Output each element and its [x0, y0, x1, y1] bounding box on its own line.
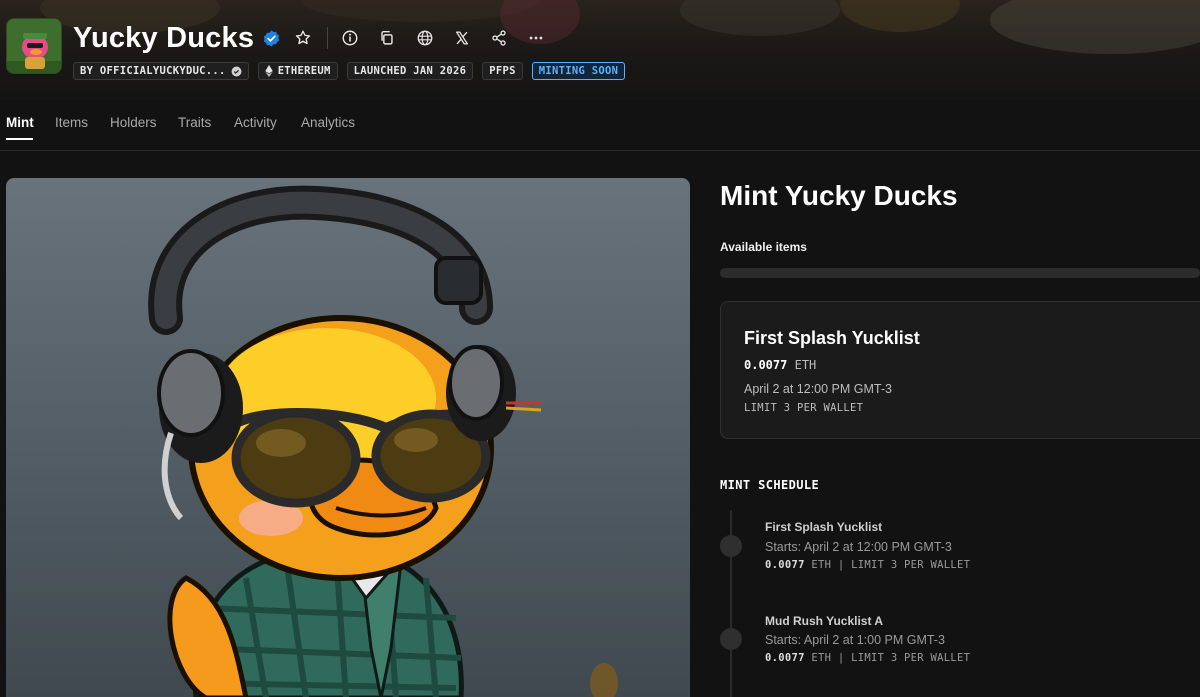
category-badge[interactable]: PFPS: [482, 62, 523, 80]
mint-schedule-title: MINT SCHEDULE: [720, 478, 820, 492]
collection-header: Yucky Ducks BY OFFICIALYUCKYDUC... ETHER…: [0, 0, 1200, 100]
duck-illustration: [148, 185, 618, 697]
title-row: Yucky Ducks: [73, 20, 546, 56]
stage-limit: LIMIT 3 PER WALLET: [744, 402, 864, 414]
schedule-item-price: 0.0077: [765, 559, 805, 571]
tab-traits[interactable]: Traits: [178, 115, 211, 130]
stage-price-currency: ETH: [794, 358, 817, 372]
creator-verified-icon: [231, 66, 242, 76]
schedule-item-meta: 0.0077 ETH | LIMIT 3 PER WALLET: [765, 652, 970, 664]
chain-label: ETHEREUM: [277, 65, 331, 77]
schedule-item-meta: 0.0077 ETH | LIMIT 3 PER WALLET: [765, 559, 970, 571]
tab-mint[interactable]: Mint: [6, 115, 34, 130]
schedule-dot: [720, 535, 742, 557]
tab-items[interactable]: Items: [55, 115, 88, 130]
share-icon[interactable]: [489, 28, 509, 48]
schedule-item-name: First Splash Yucklist: [765, 520, 883, 534]
creator-badge[interactable]: BY OFFICIALYUCKYDUC...: [73, 62, 249, 80]
ethereum-icon: [264, 65, 273, 77]
more-icon[interactable]: [526, 28, 546, 48]
available-items-progress: [720, 268, 1200, 278]
minting-status-badge: MINTING SOON: [531, 62, 626, 80]
copy-icon[interactable]: [377, 28, 397, 48]
launched-badge: LAUNCHED JAN 2026: [346, 62, 474, 80]
stage-name: First Splash Yucklist: [744, 328, 920, 348]
collection-avatar: [6, 18, 62, 74]
stage-price: 0.0077 ETH: [744, 358, 816, 372]
collection-badges: BY OFFICIALYUCKYDUC... ETHEREUM LAUNCHED…: [73, 62, 626, 80]
active-mint-stage-card[interactable]: First Splash Yucklist 0.0077 ETH April 2…: [720, 301, 1200, 439]
schedule-item-rest: ETH | LIMIT 3 PER WALLET: [811, 559, 971, 571]
available-items-label: Available items: [720, 240, 807, 254]
creator-label: BY OFFICIALYUCKYDUC...: [80, 65, 226, 77]
schedule-item-start: Starts: April 2 at 12:00 PM GMT-3: [765, 540, 952, 554]
schedule-item-price: 0.0077: [765, 652, 805, 664]
star-icon[interactable]: [293, 28, 313, 48]
schedule-dot: [720, 628, 742, 650]
collection-title: Yucky Ducks: [73, 21, 255, 54]
stage-time: April 2 at 12:00 PM GMT-3: [744, 382, 892, 396]
tab-activity[interactable]: Activity: [234, 115, 277, 130]
info-icon[interactable]: [340, 28, 360, 48]
x-icon[interactable]: [452, 28, 472, 48]
schedule-item-name: Mud Rush Yucklist A: [765, 614, 884, 628]
chain-badge[interactable]: ETHEREUM: [257, 62, 338, 80]
collection-featured-image: [6, 178, 690, 697]
header-divider: [327, 27, 329, 49]
schedule-item-start: Starts: April 2 at 1:00 PM GMT-3: [765, 633, 945, 647]
active-tab-indicator: [6, 138, 33, 140]
collection-tabs: Mint Items Holders Traits Activity Analy…: [0, 100, 1200, 151]
stage-price-value: 0.0077: [744, 358, 788, 372]
schedule-item-rest: ETH | LIMIT 3 PER WALLET: [811, 652, 971, 664]
globe-icon[interactable]: [415, 28, 435, 48]
verified-icon: [263, 29, 280, 47]
tab-holders[interactable]: Holders: [110, 115, 157, 130]
mint-title: Mint Yucky Ducks: [720, 180, 958, 211]
tab-analytics[interactable]: Analytics: [301, 115, 355, 130]
